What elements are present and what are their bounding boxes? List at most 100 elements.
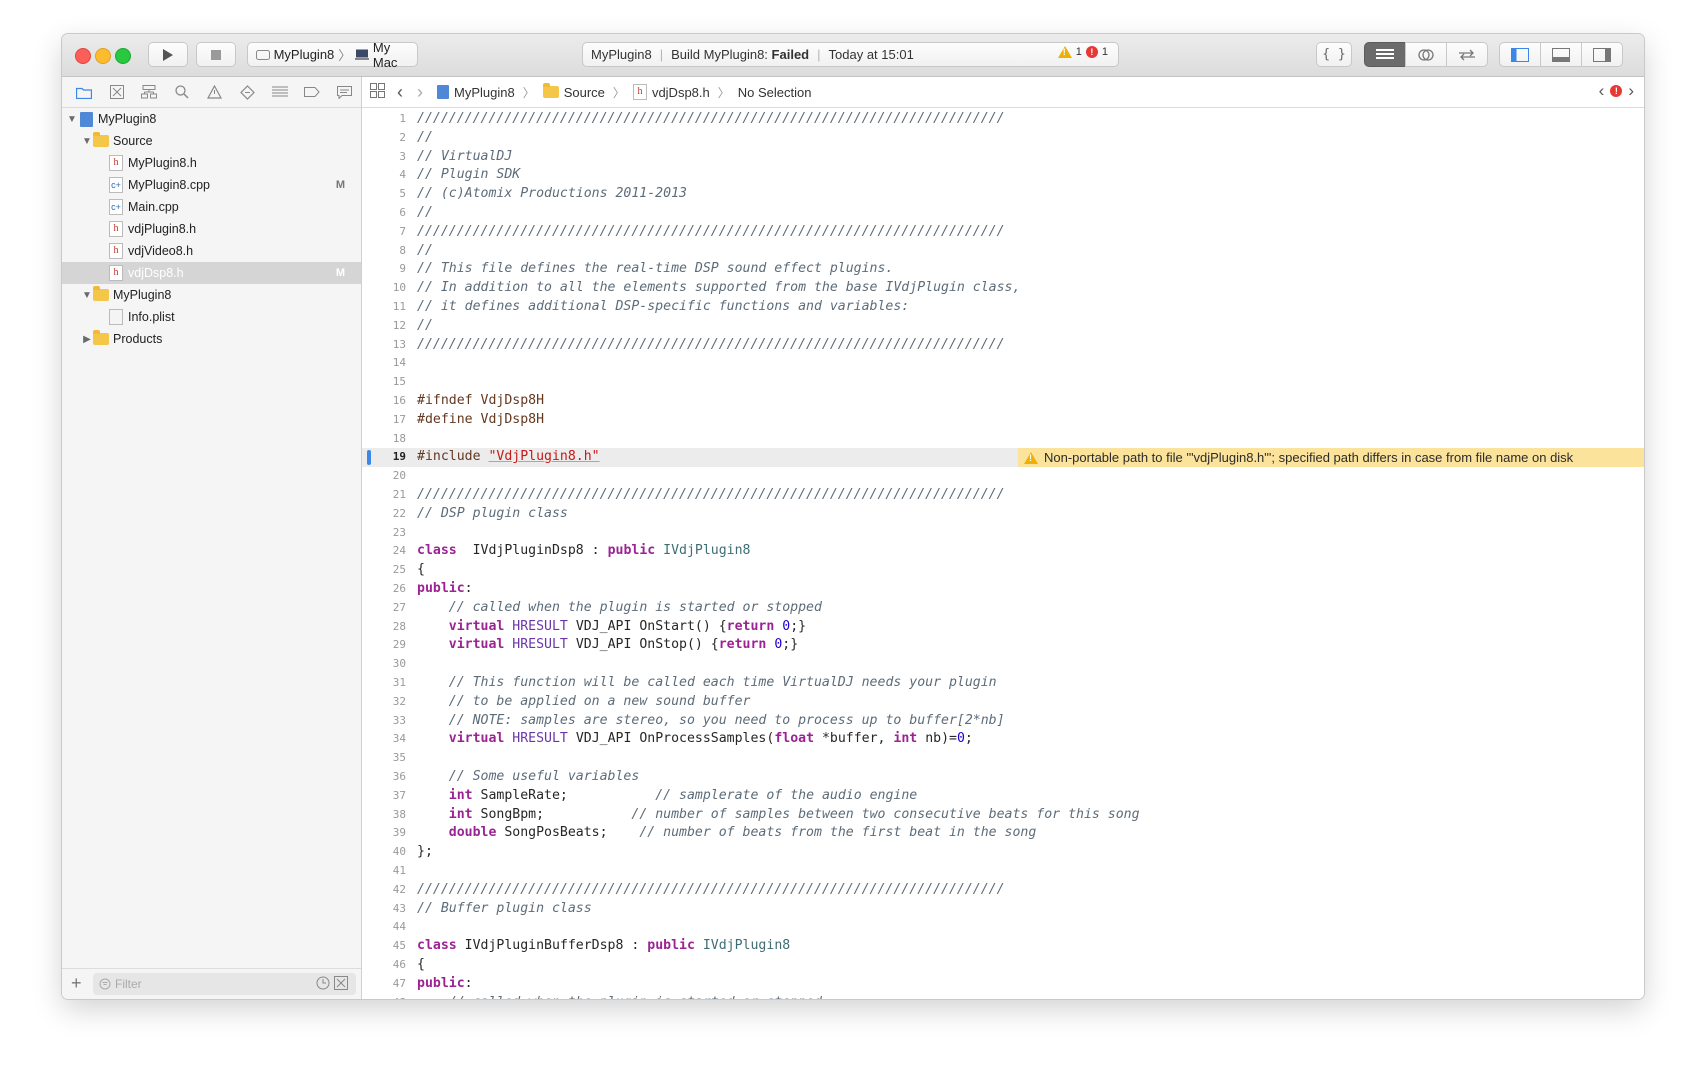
modified-files-icon[interactable] <box>334 976 348 990</box>
code-line[interactable]: 22 // DSP plugin class <box>362 505 1644 524</box>
back-arrow-icon[interactable]: ‹ <box>397 82 403 103</box>
line-number[interactable]: 20 <box>362 469 406 482</box>
jump-project[interactable]: MyPlugin8 <box>437 85 515 100</box>
line-number[interactable]: 24 <box>362 544 406 557</box>
report-navigator-tab[interactable] <box>329 77 362 107</box>
line-number[interactable]: 35 <box>362 751 406 764</box>
code-line[interactable]: 8 // <box>362 242 1644 261</box>
disclosure-collapsed-icon[interactable]: ▶ <box>81 334 93 345</box>
toggle-utilities-button[interactable] <box>1581 42 1623 67</box>
code-line[interactable]: 14 <box>362 354 1644 373</box>
code-line[interactable]: 5 // (c)Atomix Productions 2011-2013 <box>362 185 1644 204</box>
line-number[interactable]: 40 <box>362 845 406 858</box>
code-line[interactable]: 40}; <box>362 843 1644 862</box>
previous-issue-icon[interactable]: ‹ <box>1599 82 1605 99</box>
navigator-item[interactable]: c+ MyPlugin8.cpp M <box>62 174 361 196</box>
toggle-navigator-button[interactable] <box>1499 42 1541 67</box>
code-line[interactable]: 15 <box>362 373 1644 392</box>
line-number[interactable]: 28 <box>362 620 406 633</box>
line-number[interactable]: 15 <box>362 375 406 388</box>
code-line[interactable]: 13 //////////////////////////////////////… <box>362 336 1644 355</box>
warning-annotation[interactable]: Non-portable path to file '"vdjPlugin8.h… <box>1018 448 1644 468</box>
code-line[interactable]: 28 virtual HRESULT VDJ_API OnStart() {re… <box>362 618 1644 637</box>
code-line[interactable]: 41 <box>362 862 1644 881</box>
navigator-item[interactable]: h MyPlugin8.h <box>62 152 361 174</box>
line-number[interactable]: 1 <box>362 112 406 125</box>
code-line[interactable]: 11 // it defines additional DSP-specific … <box>362 298 1644 317</box>
assistant-editor-button[interactable] <box>1405 42 1447 67</box>
line-number[interactable]: 10 <box>362 281 406 294</box>
code-line[interactable]: 24 class IVdjPluginDsp8 : public IVdjPlug… <box>362 542 1644 561</box>
code-line[interactable]: 38 int SongBpm; // number of samples bet… <box>362 806 1644 825</box>
line-number[interactable]: 33 <box>362 714 406 727</box>
source-control-tab[interactable] <box>101 77 134 107</box>
version-editor-button[interactable] <box>1446 42 1488 67</box>
line-number[interactable]: 45 <box>362 939 406 952</box>
line-number[interactable]: 25 <box>362 563 406 576</box>
error-icon[interactable]: ! <box>1610 85 1623 97</box>
close-window-button[interactable] <box>75 48 91 64</box>
code-line[interactable]: 4 // Plugin SDK <box>362 166 1644 185</box>
code-line[interactable]: 39 double SongPosBeats; // number of bea… <box>362 824 1644 843</box>
code-line[interactable]: 36 // Some useful variables <box>362 768 1644 787</box>
code-line[interactable]: 47 public: <box>362 975 1644 994</box>
line-number[interactable]: 41 <box>362 864 406 877</box>
line-number[interactable]: 14 <box>362 356 406 369</box>
line-number[interactable]: 38 <box>362 808 406 821</box>
stop-button[interactable] <box>196 42 236 67</box>
line-number[interactable]: 37 <box>362 789 406 802</box>
navigator-item[interactable]: ▶ Products <box>62 328 361 350</box>
line-number[interactable]: 44 <box>362 920 406 933</box>
code-line[interactable]: 9 // This file defines the real-time DSP … <box>362 260 1644 279</box>
code-line[interactable]: 42 //////////////////////////////////////… <box>362 881 1644 900</box>
activity-status[interactable]: MyPlugin8 | Build MyPlugin8: Failed | To… <box>582 42 1119 67</box>
line-number[interactable]: 32 <box>362 695 406 708</box>
source-editor[interactable]: 1///////////////////////////////////////… <box>362 108 1644 999</box>
code-line[interactable]: 25 { <box>362 561 1644 580</box>
line-number[interactable]: 23 <box>362 526 406 539</box>
disclosure-expanded-icon[interactable]: ▼ <box>81 136 93 147</box>
line-number[interactable]: 19 <box>362 450 406 463</box>
add-icon[interactable]: + <box>71 973 82 994</box>
code-line[interactable]: 23 <box>362 524 1644 543</box>
line-number[interactable]: 6 <box>362 206 406 219</box>
disclosure-expanded-icon[interactable]: ▼ <box>66 114 78 125</box>
code-line[interactable]: 21 //////////////////////////////////////… <box>362 486 1644 505</box>
code-line[interactable]: 2 // <box>362 129 1644 148</box>
line-number[interactable]: 22 <box>362 507 406 520</box>
line-number[interactable]: 13 <box>362 338 406 351</box>
filter-input[interactable]: Filter <box>93 973 356 995</box>
line-number[interactable]: 42 <box>362 883 406 896</box>
recent-files-icon[interactable] <box>316 976 330 990</box>
line-number[interactable]: 4 <box>362 168 406 181</box>
line-number[interactable]: 2 <box>362 131 406 144</box>
code-line[interactable]: 27 // called when the plugin is started … <box>362 599 1644 618</box>
code-line[interactable]: 35 <box>362 749 1644 768</box>
next-issue-icon[interactable]: › <box>1628 82 1634 99</box>
navigator-item[interactable]: h vdjDsp8.h M <box>62 262 361 284</box>
line-number[interactable]: 21 <box>362 488 406 501</box>
code-line[interactable]: 12 // <box>362 317 1644 336</box>
code-line[interactable]: 46 { <box>362 956 1644 975</box>
code-line[interactable]: 37 int SampleRate; // samplerate of the … <box>362 787 1644 806</box>
symbol-navigator-tab[interactable] <box>133 77 166 107</box>
line-number[interactable]: 9 <box>362 262 406 275</box>
navigator-item[interactable]: h vdjPlugin8.h <box>62 218 361 240</box>
issue-navigator-tab[interactable] <box>198 77 231 107</box>
project-navigator-tab[interactable] <box>68 77 101 107</box>
code-line[interactable]: 31 // This function will be called each … <box>362 674 1644 693</box>
navigator-item[interactable]: ▼ MyPlugin8 <box>62 284 361 306</box>
line-number[interactable]: 36 <box>362 770 406 783</box>
standard-editor-button[interactable] <box>1364 42 1406 67</box>
disclosure-expanded-icon[interactable]: ▼ <box>81 290 93 301</box>
code-line[interactable]: 29 virtual HRESULT VDJ_API OnStop() {ret… <box>362 636 1644 655</box>
test-navigator-tab[interactable] <box>231 77 264 107</box>
line-number[interactable]: 29 <box>362 638 406 651</box>
issue-counts[interactable]: 1 ! 1 <box>1057 46 1108 58</box>
line-number[interactable]: 8 <box>362 244 406 257</box>
line-number[interactable]: 47 <box>362 977 406 990</box>
related-items-icon[interactable] <box>370 83 385 101</box>
jump-selection[interactable]: No Selection <box>738 85 812 100</box>
minimize-window-button[interactable] <box>95 48 111 64</box>
code-line[interactable]: 26 public: <box>362 580 1644 599</box>
